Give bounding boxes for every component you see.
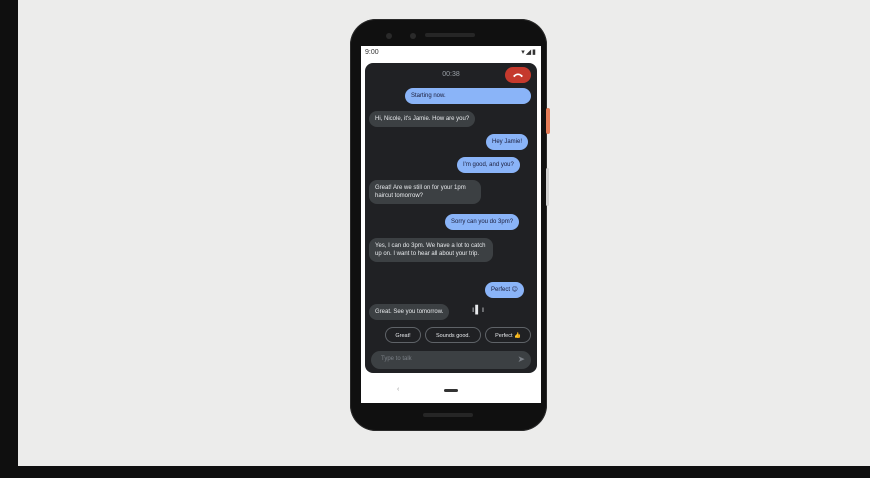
- message-bubble-me: I'm good, and you?: [457, 157, 520, 173]
- quick-reply-chip[interactable]: Great!: [385, 327, 421, 343]
- message-bubble-them: Yes, I can do 3pm. We have a lot to catc…: [369, 238, 493, 262]
- status-icons: ▾◢▮: [521, 49, 537, 56]
- nav-bar: ‹: [361, 377, 541, 403]
- voice-activity-icon: ı▌ı: [472, 305, 486, 314]
- front-sensor: [410, 33, 416, 39]
- back-icon[interactable]: ‹: [397, 386, 399, 393]
- quick-reply-chip[interactable]: Sounds good.: [425, 327, 481, 343]
- bottom-speaker: [423, 413, 473, 417]
- top-speaker: [425, 33, 475, 37]
- home-pill-icon[interactable]: [444, 389, 458, 392]
- message-bubble-me: Sorry can you do 3pm?: [445, 214, 520, 230]
- message-bubble-me: Perfect 😊: [485, 282, 524, 298]
- message-bubble-me: Hey Jamie!: [486, 134, 529, 150]
- status-time: 9:00: [365, 49, 379, 56]
- message-bubble-them: Hi, Nicole, it's Jamie. How are you?: [369, 111, 476, 127]
- power-button: [546, 108, 550, 134]
- message-bubble-me: Starting now.: [405, 88, 531, 104]
- quick-reply-chip[interactable]: Perfect 👍: [485, 327, 531, 343]
- hangup-button[interactable]: [505, 67, 531, 83]
- volume-button: [546, 168, 549, 206]
- front-camera: [386, 33, 392, 39]
- status-bar: 9:00 ▾◢▮: [361, 46, 541, 63]
- phone-hangup-icon: [513, 73, 523, 78]
- call-screen-panel: 00:38 Starting now. Hi, Nicole, it's Jam…: [365, 63, 537, 373]
- phone-screen: 9:00 ▾◢▮ 00:38 Starting now. Hi, Nicole,…: [361, 46, 541, 403]
- bottom-frame-bar: [0, 466, 870, 478]
- compose-input[interactable]: Type to talk: [381, 356, 412, 362]
- message-bubble-them: Great! Are we still on for your 1pm hair…: [369, 180, 481, 204]
- message-bubble-them: Great. See you tomorrow.: [369, 304, 450, 320]
- left-frame-bar: [0, 0, 18, 478]
- send-icon[interactable]: ➤: [517, 354, 525, 365]
- compose-bar: Type to talk ➤: [371, 351, 531, 369]
